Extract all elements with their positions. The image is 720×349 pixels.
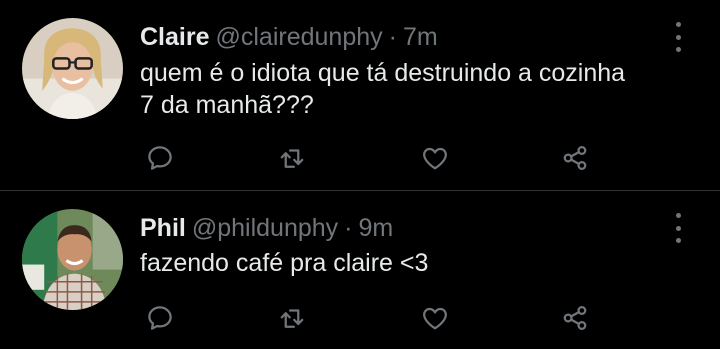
retweet-icon (280, 309, 304, 328)
retweet-button[interactable] (272, 298, 312, 338)
reply-button[interactable] (140, 138, 180, 178)
tweet-header: Claire @clairedunphy · 7m (140, 22, 438, 52)
retweet-button[interactable] (272, 138, 312, 178)
tweet[interactable]: Phil @phildunphy · 9m fazendo café pra clai… (0, 191, 720, 349)
share-button[interactable] (555, 138, 595, 178)
display-name[interactable]: Phil (140, 214, 186, 242)
share-icon (563, 305, 587, 331)
timestamp[interactable]: 9m (359, 214, 394, 242)
tweet-text: fazendo café pra claire <3 (140, 247, 700, 279)
comment-icon (148, 146, 172, 170)
user-handle[interactable]: @clairedunphy (215, 23, 382, 51)
avatar-claire-image (22, 18, 123, 119)
heart-icon (423, 147, 447, 170)
user-handle[interactable]: @phildunphy (192, 214, 338, 242)
tweet[interactable]: Claire @clairedunphy · 7m quem é o idiota q… (0, 0, 720, 190)
timestamp[interactable]: 7m (403, 23, 438, 51)
tweet-actions (140, 298, 610, 338)
like-button[interactable] (415, 138, 455, 178)
reply-button[interactable] (140, 298, 180, 338)
tweet-actions (140, 138, 610, 178)
tweet-text: quem é o idiota que tá destruindo a cozi… (140, 57, 700, 121)
tweet-text-line: quem é o idiota que tá destruindo a cozi… (140, 59, 626, 87)
more-vertical-icon[interactable] (668, 22, 688, 52)
tweet-text-line: fazendo café pra claire <3 (140, 249, 429, 277)
tweet-header: Phil @phildunphy · 9m (140, 213, 393, 243)
avatar[interactable] (22, 18, 123, 119)
retweet-icon (280, 149, 304, 168)
share-button[interactable] (555, 298, 595, 338)
share-icon (563, 145, 587, 171)
avatar-phil-image (22, 209, 123, 310)
avatar[interactable] (22, 209, 123, 310)
comment-icon (148, 306, 172, 330)
more-vertical-icon[interactable] (668, 213, 688, 243)
tweet-text-line: 7 da manhã??? (140, 91, 314, 119)
separator: · (344, 214, 353, 242)
like-button[interactable] (415, 298, 455, 338)
heart-icon (423, 307, 447, 330)
separator: · (388, 23, 397, 51)
display-name[interactable]: Claire (140, 23, 209, 51)
